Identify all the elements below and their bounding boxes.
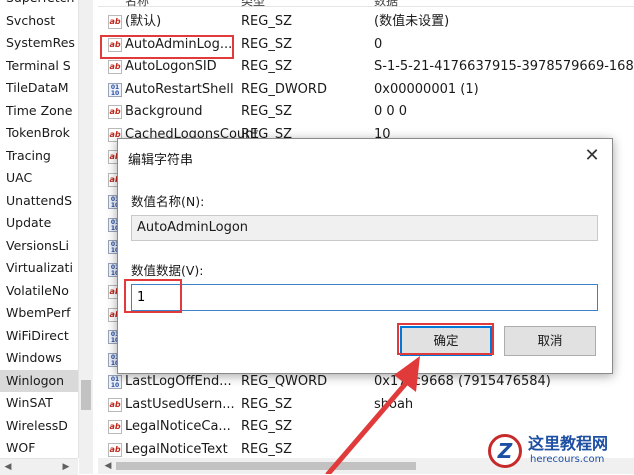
- value-name-label: 数值名称(N):: [131, 194, 205, 209]
- string-value-icon: ab: [108, 420, 122, 434]
- string-value-icon: ab: [108, 15, 122, 29]
- value-data-input[interactable]: [131, 284, 598, 311]
- value-name: LegalNoticeCa...: [125, 419, 231, 434]
- value-name: Background: [125, 104, 203, 119]
- string-value-icon: ab: [108, 397, 122, 412]
- tree-item[interactable]: WiFiDirect: [6, 325, 78, 348]
- tree-item[interactable]: VolatileNo: [6, 280, 78, 303]
- string-value-icon: ab: [108, 442, 122, 457]
- value-data: shoah: [374, 396, 414, 412]
- tree-item[interactable]: Update: [6, 212, 78, 235]
- table-row[interactable]: ab AutoAdminLog... REG_SZ 0: [98, 34, 634, 57]
- string-value-icon: ab: [108, 37, 122, 52]
- tree-list: SuperfetchSvchostSystemResTerminal STile…: [0, 0, 78, 458]
- tree-item[interactable]: Svchost: [6, 10, 78, 33]
- cancel-button[interactable]: 取消: [504, 326, 596, 356]
- scroll-right-icon[interactable]: ▶: [58, 459, 74, 475]
- qword-value-icon: 01 10: [108, 375, 122, 389]
- value-data-label: 数值数据(V):: [131, 263, 204, 278]
- tree-item[interactable]: WirelessD: [6, 415, 78, 438]
- scrollbar-thumb[interactable]: [81, 380, 91, 410]
- value-type: REG_SZ: [241, 36, 292, 52]
- scroll-left-icon[interactable]: ◀: [0, 459, 16, 475]
- value-name: (默认): [125, 14, 162, 29]
- tree-item[interactable]: UAC: [6, 167, 78, 190]
- value-data: (数值未设置): [374, 14, 450, 29]
- value-type: REG_QWORD: [241, 374, 328, 389]
- registry-key-tree[interactable]: SuperfetchSvchostSystemResTerminal STile…: [0, 0, 79, 458]
- tree-item[interactable]: TileDataM: [6, 77, 78, 100]
- tree-item[interactable]: WbemPerf: [6, 302, 78, 325]
- table-row[interactable]: 01 10 AutoRestartShell REG_DWORD 0x00000001 …: [98, 79, 634, 102]
- value-name: LastUsedUsern...: [125, 396, 235, 412]
- tree-item[interactable]: Windows: [6, 347, 78, 370]
- value-name-field: AutoAdminLogon: [131, 215, 598, 241]
- tree-item[interactable]: Tracing: [6, 145, 78, 168]
- site-name: 这里教程网: [528, 434, 609, 453]
- value-type: REG_SZ: [241, 104, 292, 119]
- value-type: REG_SZ: [241, 419, 292, 434]
- tree-item[interactable]: Terminal S: [6, 55, 78, 78]
- tree-item[interactable]: SystemRes: [6, 32, 78, 55]
- value-data: 0x17cc9668 (7915476584): [374, 374, 551, 389]
- tree-item[interactable]: Time Zone: [6, 100, 78, 123]
- value-data: 0x00000001 (1): [374, 81, 479, 97]
- tree-item[interactable]: WinSAT: [6, 392, 78, 415]
- value-data: S-1-5-21-4176637915-3978579669-1686: [374, 59, 634, 74]
- value-type: REG_SZ: [241, 14, 292, 29]
- site-watermark: Z 这里教程网 herecours.com: [484, 428, 634, 474]
- string-value-icon: ab: [108, 60, 122, 74]
- value-type: REG_SZ: [241, 441, 292, 457]
- value-type: REG_SZ: [241, 396, 292, 412]
- value-name: LegalNoticeText: [125, 441, 228, 457]
- value-data: 0 0 0: [374, 104, 408, 119]
- value-name: AutoLogonSID: [125, 59, 217, 74]
- tree-item[interactable]: Virtualizati: [6, 257, 78, 280]
- tree-item[interactable]: WOF: [6, 437, 78, 458]
- value-name: AutoRestartShell: [125, 81, 234, 97]
- table-row[interactable]: ab (默认) REG_SZ (数值未设置): [98, 11, 634, 34]
- ok-button[interactable]: 确定: [400, 326, 492, 356]
- scrollbar-thumb[interactable]: [116, 462, 416, 470]
- table-row[interactable]: 01 10 LastLogOffEnd... REG_QWORD 0x17cc9668 …: [98, 371, 634, 394]
- column-header-data[interactable]: 数据: [374, 0, 398, 9]
- tree-item[interactable]: Superfetch: [6, 0, 78, 10]
- tree-item[interactable]: VersionsLi: [6, 235, 78, 258]
- tree-vertical-scrollbar[interactable]: [79, 0, 93, 474]
- tree-item[interactable]: Winlogon: [0, 369, 78, 392]
- value-name: LastLogOffEnd...: [125, 374, 232, 389]
- table-row[interactable]: ab LastUsedUsern... REG_SZ shoah: [98, 394, 634, 417]
- value-type: REG_DWORD: [241, 81, 327, 97]
- column-header-type[interactable]: 类型: [241, 0, 265, 9]
- dialog-title: 编辑字符串: [128, 153, 194, 168]
- site-url: herecours.com: [530, 454, 605, 465]
- value-name: AutoAdminLog...: [125, 36, 233, 52]
- scroll-left-icon[interactable]: ◀: [100, 458, 116, 474]
- table-row[interactable]: ab AutoLogonSID REG_SZ S-1-5-21-4176637915-…: [98, 56, 634, 79]
- edit-string-dialog: 编辑字符串 ✕ 数值名称(N): AutoAdminLogon 数值数据(V):…: [117, 138, 613, 374]
- close-icon[interactable]: ✕: [572, 139, 612, 173]
- table-row[interactable]: ab Background REG_SZ 0 0 0: [98, 101, 634, 124]
- tree-horizontal-scrollbar[interactable]: ◀ ▶: [0, 458, 78, 475]
- site-logo-icon: Z: [488, 434, 522, 468]
- tree-item[interactable]: TokenBrok: [6, 122, 78, 145]
- dword-value-icon: 01 10: [108, 82, 122, 97]
- list-header: 名称 类型 数据: [98, 0, 634, 9]
- tree-item[interactable]: UnattendS: [6, 190, 78, 213]
- value-data: 0: [374, 36, 383, 52]
- value-type: REG_SZ: [241, 59, 292, 74]
- column-header-name[interactable]: 名称: [125, 0, 149, 9]
- string-value-icon: ab: [108, 105, 122, 119]
